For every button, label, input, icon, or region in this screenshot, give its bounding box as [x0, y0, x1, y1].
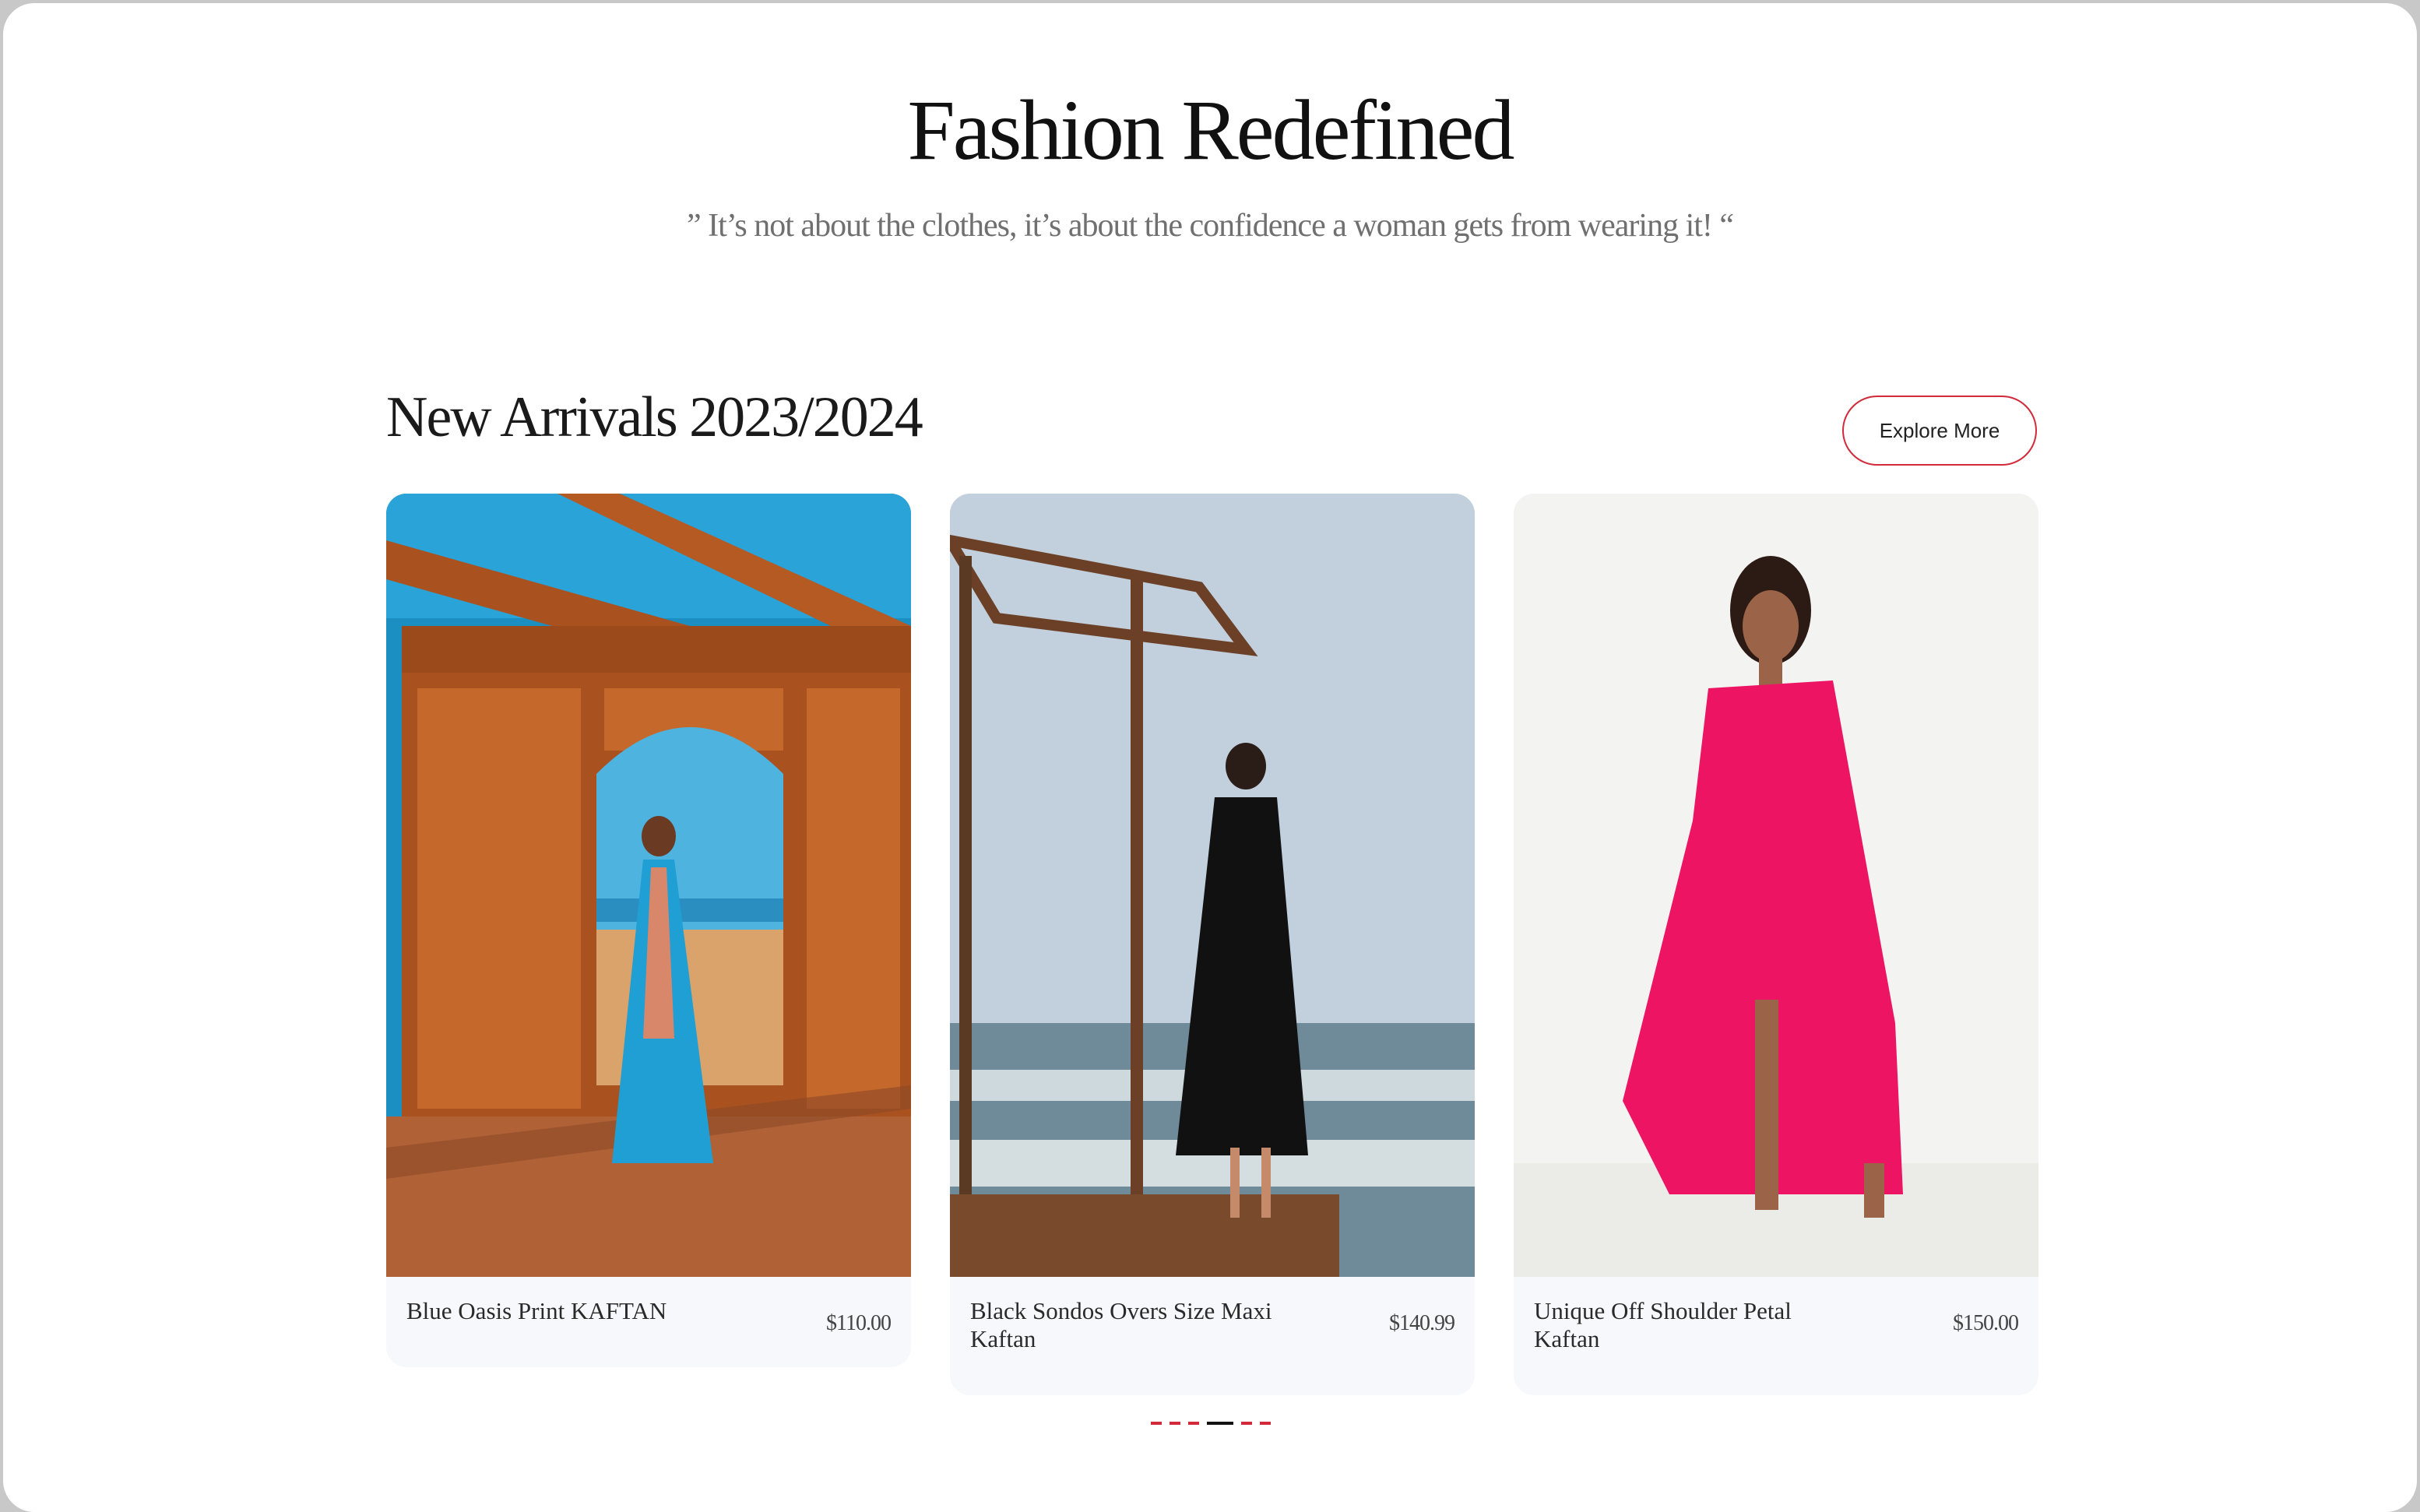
- carousel-pagination: [1151, 1422, 1271, 1425]
- product-name[interactable]: Blue Oasis Print KAFTAN: [406, 1297, 718, 1325]
- carousel-dot-3[interactable]: [1188, 1422, 1199, 1425]
- product-name[interactable]: Unique Off Shoulder Petal Kaftan: [1534, 1297, 1845, 1353]
- carousel-dot-2[interactable]: [1170, 1422, 1180, 1425]
- page-frame: Fashion Redefined ” It’s not about the c…: [3, 3, 2417, 1512]
- carousel-dot-1[interactable]: [1151, 1422, 1162, 1425]
- product-price: $110.00: [826, 1311, 892, 1335]
- carousel-dot-6[interactable]: [1260, 1422, 1271, 1425]
- product-price: $140.99: [1389, 1311, 1455, 1335]
- product-image[interactable]: [950, 494, 1475, 1277]
- product-card-3[interactable]: Unique Off Shoulder Petal Kaftan $150.00: [1514, 494, 2038, 1395]
- product-price: $150.00: [1953, 1311, 2019, 1335]
- product-image[interactable]: [386, 494, 911, 1277]
- product-card-2[interactable]: Black Sondos Overs Size Maxi Kaftan $140…: [950, 494, 1475, 1395]
- section-title: New Arrivals 2023/2024: [386, 385, 923, 449]
- explore-more-button[interactable]: Explore More: [1842, 396, 2037, 466]
- product-info: Blue Oasis Print KAFTAN $110.00: [386, 1277, 911, 1335]
- hero-quote: ” It’s not about the clothes, it’s about…: [686, 208, 1734, 244]
- product-info: Black Sondos Overs Size Maxi Kaftan $140…: [950, 1277, 1475, 1353]
- product-name[interactable]: Black Sondos Overs Size Maxi Kaftan: [970, 1297, 1282, 1353]
- hero-title: Fashion Redefined: [907, 83, 1515, 178]
- product-image[interactable]: [1514, 494, 2038, 1277]
- product-info: Unique Off Shoulder Petal Kaftan $150.00: [1514, 1277, 2038, 1353]
- carousel-dot-active[interactable]: [1207, 1422, 1233, 1425]
- carousel-dot-5[interactable]: [1241, 1422, 1252, 1425]
- product-card-1[interactable]: Blue Oasis Print KAFTAN $110.00: [386, 494, 911, 1367]
